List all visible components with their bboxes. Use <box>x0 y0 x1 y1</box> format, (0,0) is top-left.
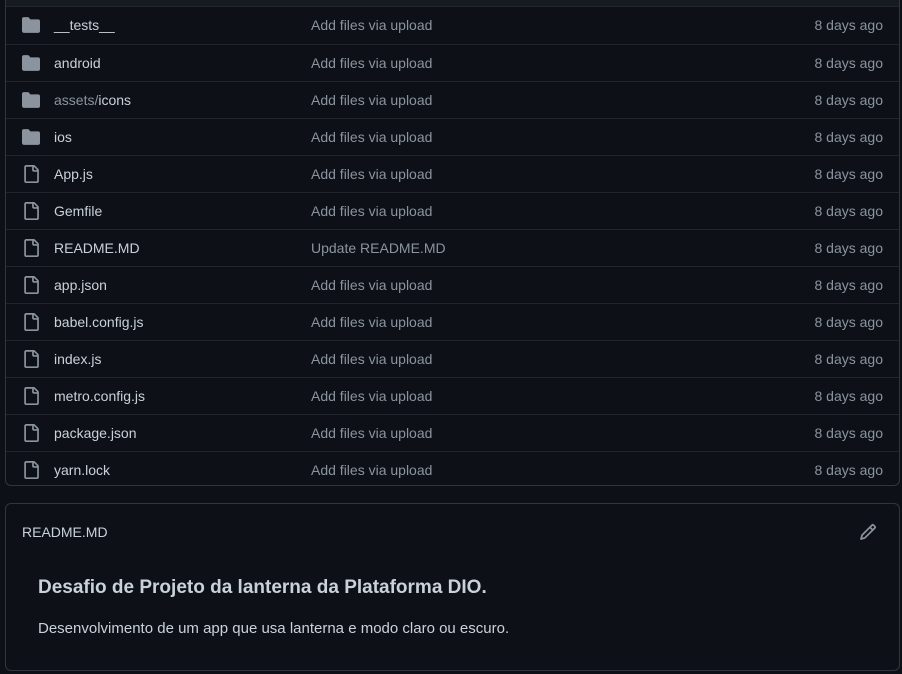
file-icon <box>22 313 40 331</box>
file-icon <box>22 276 40 294</box>
commit-age: 8 days ago <box>814 277 884 293</box>
file-row[interactable]: package.json Add files via upload 8 days a… <box>6 414 899 451</box>
commit-message-link[interactable]: Add files via upload <box>311 166 432 182</box>
file-row[interactable]: app.json Add files via upload 8 days ago <box>6 266 899 303</box>
commit-age: 8 days ago <box>814 425 884 441</box>
folder-icon <box>22 16 40 34</box>
commit-age: 8 days ago <box>814 17 884 33</box>
file-icon <box>22 461 40 479</box>
commit-age: 8 days ago <box>814 203 884 219</box>
commit-message-link[interactable]: Add files via upload <box>311 277 432 293</box>
file-name-link[interactable]: metro.config.js <box>54 388 145 404</box>
file-row[interactable]: assets/icons Add files via upload 8 days a… <box>6 81 899 118</box>
file-name-link[interactable]: index.js <box>54 351 101 367</box>
commit-message-link[interactable]: Add files via upload <box>311 425 432 441</box>
file-icon <box>22 165 40 183</box>
file-row[interactable]: README.MD Update README.MD 8 days ago <box>6 229 899 266</box>
commit-age: 8 days ago <box>814 166 884 182</box>
pencil-icon[interactable] <box>859 523 877 541</box>
readme-panel: README.MD Desafio de Projeto da lanterna… <box>5 503 900 671</box>
file-icon <box>22 239 40 257</box>
file-row[interactable]: metro.config.js Add files via upload 8 day… <box>6 377 899 414</box>
file-list-header <box>6 0 899 7</box>
file-row[interactable]: Gemfile Add files via upload 8 days ago <box>6 192 899 229</box>
commit-message-link[interactable]: Add files via upload <box>311 55 432 71</box>
file-name-text: package.json <box>54 425 137 441</box>
file-name-text: __tests__ <box>54 17 115 33</box>
commit-message-link[interactable]: Add files via upload <box>311 462 432 478</box>
commit-age: 8 days ago <box>814 388 884 404</box>
file-row[interactable]: App.js Add files via upload 8 days ago <box>6 155 899 192</box>
file-icon <box>22 387 40 405</box>
file-name-text: yarn.lock <box>54 462 111 478</box>
file-name-link[interactable]: App.js <box>54 166 93 182</box>
commit-message-link[interactable]: Add files via upload <box>311 388 432 404</box>
commit-message-link[interactable]: Add files via upload <box>311 203 432 219</box>
file-name-text: babel.config.js <box>54 314 144 330</box>
file-name-text: index.js <box>54 351 102 367</box>
file-name-text: Gemfile <box>54 203 103 219</box>
file-name-text: metro.config.js <box>54 388 146 404</box>
commit-message-link[interactable]: Add files via upload <box>311 17 432 33</box>
file-name-text: ios <box>54 129 72 145</box>
file-name-link[interactable]: ios <box>54 129 72 145</box>
commit-age: 8 days ago <box>814 92 884 108</box>
file-row[interactable]: android Add files via upload 8 days ago <box>6 44 899 81</box>
file-row[interactable]: yarn.lock Add files via upload 8 days ago <box>6 451 899 485</box>
readme-paragraph: Desenvolvimento de um app que usa lanter… <box>38 620 510 637</box>
file-name-link[interactable]: android <box>54 55 101 71</box>
file-name-link[interactable]: assets/icons <box>54 92 131 108</box>
commit-age: 8 days ago <box>814 351 884 367</box>
commit-message-link[interactable]: Add files via upload <box>311 314 432 330</box>
commit-message-link[interactable]: Add files via upload <box>311 92 432 108</box>
file-icon <box>22 350 40 368</box>
file-rows: __tests__ Add files via upload 8 days ago a… <box>6 7 899 485</box>
commit-message-link[interactable]: Update README.MD <box>311 240 446 256</box>
folder-icon <box>22 91 40 109</box>
file-row[interactable]: index.js Add files via upload 8 days ago <box>6 340 899 377</box>
commit-age: 8 days ago <box>814 55 884 71</box>
file-name-link[interactable]: yarn.lock <box>54 462 110 478</box>
commit-message-link[interactable]: Add files via upload <box>311 129 432 145</box>
commit-age: 8 days ago <box>814 240 884 256</box>
file-name-text: android <box>54 55 101 71</box>
commit-age: 8 days ago <box>814 462 884 478</box>
file-name-link[interactable]: Gemfile <box>54 203 102 219</box>
file-icon <box>22 424 40 442</box>
file-name-link[interactable]: babel.config.js <box>54 314 144 330</box>
file-path-prefix: assets/ <box>54 92 99 108</box>
readme-title: README.MD <box>22 524 108 540</box>
commit-message-link[interactable]: Add files via upload <box>311 351 432 367</box>
file-name-text: README.MD <box>54 240 140 256</box>
file-row[interactable]: babel.config.js Add files via upload 8 day… <box>6 303 899 340</box>
commit-age: 8 days ago <box>814 129 884 145</box>
file-name-text: app.json <box>54 277 107 293</box>
file-name-link[interactable]: __tests__ <box>54 17 115 33</box>
file-name-link[interactable]: package.json <box>54 425 137 441</box>
file-icon <box>22 202 40 220</box>
file-name-link[interactable]: app.json <box>54 277 107 293</box>
file-name-text: icons <box>98 92 132 108</box>
readme-heading: Desafio de Projeto da lanterna da Plataf… <box>38 577 487 598</box>
file-row[interactable]: __tests__ Add files via upload 8 days ago <box>6 7 899 44</box>
file-row[interactable]: ios Add files via upload 8 days ago <box>6 118 899 155</box>
file-list: __tests__ Add files via upload 8 days ago a… <box>5 0 900 486</box>
folder-icon <box>22 54 40 72</box>
commit-age: 8 days ago <box>814 314 884 330</box>
file-name-link[interactable]: README.MD <box>54 240 140 256</box>
folder-icon <box>22 128 40 146</box>
file-name-text: App.js <box>54 166 93 182</box>
